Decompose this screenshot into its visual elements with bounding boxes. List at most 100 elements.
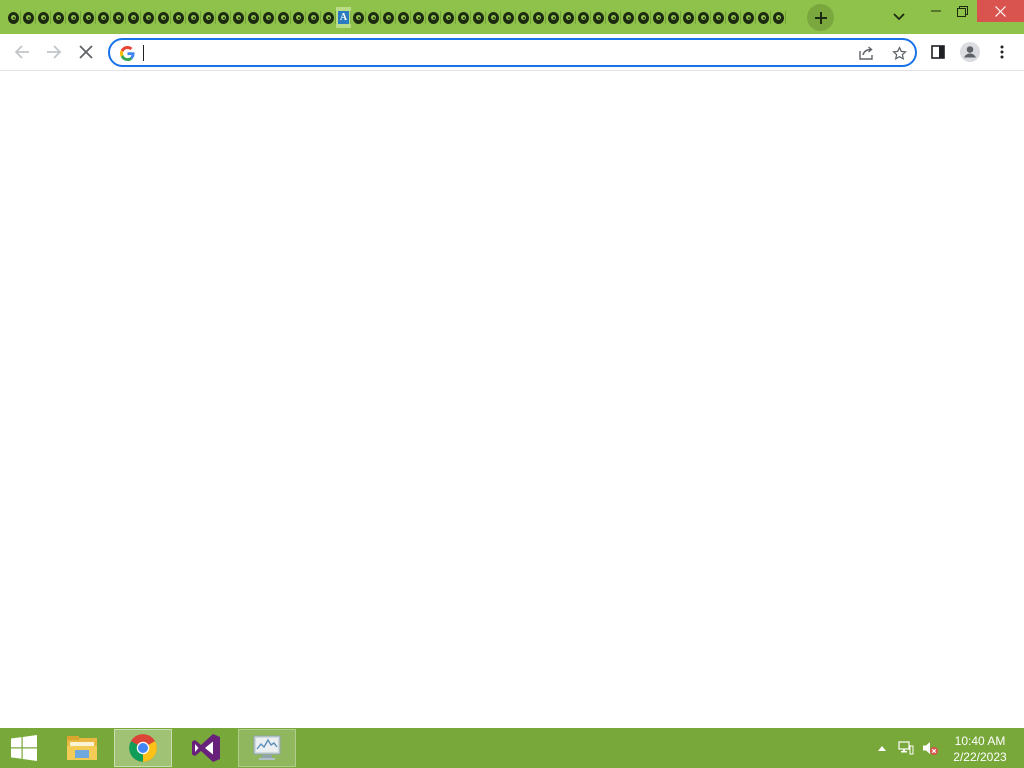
bookmark-button[interactable]	[888, 42, 910, 64]
tab-favicon-icon	[218, 11, 229, 24]
browser-tab[interactable]	[231, 7, 246, 28]
tab-search-button[interactable]	[888, 6, 910, 28]
restore-button[interactable]	[942, 0, 982, 22]
browser-tab[interactable]	[516, 7, 531, 28]
browser-tab[interactable]	[531, 7, 546, 28]
browser-tab-active[interactable]: A	[336, 7, 351, 28]
browser-tab[interactable]	[81, 7, 96, 28]
browser-tab[interactable]	[351, 7, 366, 28]
title-bar: A	[0, 0, 1024, 34]
browser-tab[interactable]	[681, 7, 696, 28]
browser-tab[interactable]	[276, 7, 291, 28]
browser-tab[interactable]	[576, 7, 591, 28]
browser-tab[interactable]	[636, 7, 651, 28]
chrome-icon	[129, 734, 157, 762]
browser-tab[interactable]	[591, 7, 606, 28]
browser-tab[interactable]	[546, 7, 561, 28]
tab-favicon-icon	[488, 11, 499, 24]
browser-tab[interactable]	[696, 7, 711, 28]
browser-tab[interactable]	[216, 7, 231, 28]
taskbar-chrome[interactable]	[114, 729, 172, 767]
tab-favicon-icon	[458, 11, 469, 24]
browser-tab[interactable]	[126, 7, 141, 28]
tab-favicon-icon	[608, 11, 619, 24]
tray-overflow-button[interactable]	[874, 740, 890, 756]
tray-network[interactable]	[898, 740, 914, 756]
browser-tab[interactable]	[561, 7, 576, 28]
browser-tab[interactable]	[246, 7, 261, 28]
browser-tab[interactable]	[456, 7, 471, 28]
taskbar-file-explorer[interactable]	[54, 729, 110, 767]
tab-favicon-icon	[548, 11, 559, 24]
tab-favicon-icon	[308, 11, 319, 24]
tab-favicon-icon	[758, 11, 769, 24]
text-caret	[143, 45, 144, 61]
tab-favicon-icon	[578, 11, 589, 24]
browser-tab[interactable]	[741, 7, 756, 28]
tab-favicon-icon	[623, 11, 634, 24]
folder-icon	[67, 736, 97, 760]
browser-tab[interactable]	[51, 7, 66, 28]
chevron-down-icon	[893, 13, 905, 21]
minimize-icon	[931, 10, 941, 12]
stop-button[interactable]	[72, 38, 100, 66]
browser-tab[interactable]	[141, 7, 156, 28]
tab-favicon-icon	[173, 11, 184, 24]
close-button[interactable]	[977, 0, 1024, 22]
browser-tab[interactable]	[186, 7, 201, 28]
browser-tab[interactable]	[156, 7, 171, 28]
monitor-icon	[253, 735, 281, 760]
browser-tab[interactable]	[66, 7, 81, 28]
browser-tab[interactable]	[471, 7, 486, 28]
tab-favicon-icon	[98, 11, 109, 24]
browser-tab[interactable]	[621, 7, 636, 28]
tab-favicon-icon	[668, 11, 679, 24]
back-button[interactable]	[8, 38, 36, 66]
tab-favicon-icon	[113, 11, 124, 24]
browser-tab[interactable]	[111, 7, 126, 28]
new-tab-button[interactable]	[807, 4, 834, 31]
tab-favicon-icon	[473, 11, 484, 24]
browser-tab[interactable]	[321, 7, 336, 28]
browser-tab[interactable]	[651, 7, 666, 28]
browser-tab[interactable]	[711, 7, 726, 28]
address-input[interactable]	[140, 43, 840, 62]
browser-tab[interactable]	[381, 7, 396, 28]
taskbar: 10:40 AM 2/22/2023	[0, 728, 1024, 768]
address-bar[interactable]	[108, 38, 917, 67]
browser-tab[interactable]	[771, 7, 786, 28]
system-clock[interactable]: 10:40 AM 2/22/2023	[944, 733, 1016, 765]
browser-tab[interactable]	[426, 7, 441, 28]
tab-favicon-icon	[323, 11, 334, 24]
share-button[interactable]	[856, 42, 878, 64]
browser-tab[interactable]	[501, 7, 516, 28]
forward-button[interactable]	[40, 38, 68, 66]
browser-tab[interactable]	[666, 7, 681, 28]
profile-button[interactable]	[956, 38, 984, 66]
side-panel-button[interactable]	[924, 38, 952, 66]
browser-tab[interactable]	[291, 7, 306, 28]
tab-favicon-icon	[713, 11, 724, 24]
browser-tab[interactable]	[36, 7, 51, 28]
menu-button[interactable]	[988, 38, 1016, 66]
browser-tab[interactable]	[441, 7, 456, 28]
browser-tab[interactable]	[201, 7, 216, 28]
browser-tab[interactable]	[171, 7, 186, 28]
browser-tab[interactable]	[486, 7, 501, 28]
start-button[interactable]	[0, 729, 48, 767]
browser-tab[interactable]	[396, 7, 411, 28]
browser-tab[interactable]	[306, 7, 321, 28]
taskbar-visual-studio[interactable]	[178, 729, 234, 767]
browser-tab[interactable]	[366, 7, 381, 28]
browser-tab[interactable]	[261, 7, 276, 28]
browser-tab[interactable]	[726, 7, 741, 28]
browser-tab[interactable]	[21, 7, 36, 28]
browser-tab[interactable]	[6, 7, 21, 28]
browser-tab[interactable]	[606, 7, 621, 28]
browser-tab[interactable]	[756, 7, 771, 28]
browser-tab[interactable]	[411, 7, 426, 28]
browser-tab[interactable]	[96, 7, 111, 28]
tab-favicon-icon	[68, 11, 79, 24]
tray-volume[interactable]	[922, 740, 938, 756]
taskbar-performance-monitor[interactable]	[238, 729, 296, 767]
